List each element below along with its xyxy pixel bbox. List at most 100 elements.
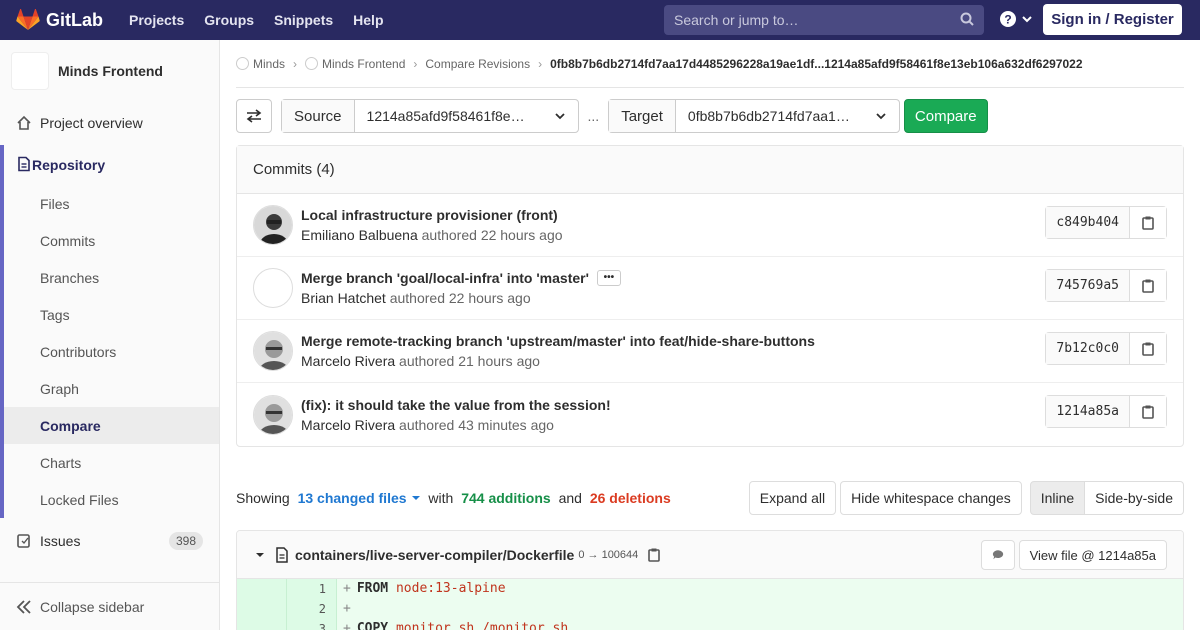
commit-author[interactable]: Marcelo Rivera (301, 353, 395, 369)
new-line-number[interactable]: 3 (287, 619, 337, 630)
chevron-down-icon (554, 113, 565, 120)
diff-line: 2 + (237, 599, 1183, 619)
new-line-number[interactable]: 1 (287, 579, 337, 599)
additions-count: 744 additions (461, 490, 551, 506)
sidebar-item-overview[interactable]: Project overview (0, 104, 219, 141)
search-input[interactable]: Search or jump to… (664, 5, 984, 35)
nav-help[interactable]: Help (353, 12, 383, 28)
line-content: + COPY monitor.sh /monitor.sh (337, 619, 568, 630)
commits-panel: Commits (4) Local infrastructure provisi… (236, 145, 1184, 447)
changed-files-label: 13 changed files (297, 490, 407, 506)
sidebar-item-repository[interactable]: Repository (4, 145, 219, 185)
source-selector: Source 1214a85afd9f58461f8e… (281, 99, 579, 133)
view-mode-toggle: Inline Side-by-side (1029, 481, 1184, 515)
breadcrumb-compare[interactable]: Compare Revisions (425, 57, 530, 71)
chevron-down-icon (1022, 16, 1032, 23)
gitlab-logo[interactable]: GitLab (16, 9, 103, 31)
line-content: + (343, 601, 351, 616)
commit-time: 22 hours ago (480, 227, 563, 243)
clipboard-icon[interactable] (648, 548, 661, 562)
sidebar-item-contributors[interactable]: Contributors (4, 333, 219, 370)
avatar[interactable] (253, 394, 293, 435)
side-by-side-view-button[interactable]: Side-by-side (1085, 481, 1184, 515)
breadcrumb-label: Minds (253, 56, 286, 71)
file-path[interactable]: containers/live-server-compiler/Dockerfi… (295, 547, 574, 563)
project-name: Minds Frontend (58, 63, 163, 79)
commit-title[interactable]: Local infrastructure provisioner (front) (301, 207, 558, 223)
sidebar-item-label: Issues (40, 532, 81, 549)
changed-files-dropdown[interactable]: 13 changed files (298, 490, 421, 506)
nav-links: Projects Groups Snippets Help (129, 12, 404, 28)
sidebar-item-graph[interactable]: Graph (4, 370, 219, 407)
sign-in-button[interactable]: Sign in / Register (1043, 4, 1182, 35)
nav-snippets[interactable]: Snippets (274, 12, 333, 28)
help-dropdown[interactable]: ? (999, 10, 1033, 28)
avatar[interactable] (253, 268, 293, 308)
commit-row: Merge branch 'goal/local-infra' into 'ma… (237, 257, 1183, 320)
breadcrumb-minds[interactable]: Minds (236, 57, 285, 71)
sidebar-item-tags[interactable]: Tags (4, 296, 219, 333)
sidebar-item-label: Project overview (40, 114, 143, 131)
inline-view-button[interactable]: Inline (1029, 481, 1086, 515)
commit-title[interactable]: Merge branch 'goal/local-infra' into 'ma… (301, 270, 589, 286)
copy-sha-button[interactable] (1130, 396, 1166, 427)
commit-sha[interactable]: c849b404 (1046, 207, 1130, 238)
avatar[interactable] (253, 205, 293, 245)
sidebar-item-compare[interactable]: Compare (4, 407, 219, 444)
target-dropdown[interactable]: 0fb8b7b6db2714fd7aa1… (676, 100, 899, 132)
nav-groups[interactable]: Groups (204, 12, 254, 28)
commit-time: 21 hours ago (458, 353, 540, 369)
question-icon: ? (1000, 11, 1016, 27)
copy-sha-button[interactable] (1130, 270, 1166, 301)
commit-author[interactable]: Brian Hatchet (301, 290, 386, 306)
sidebar-item-locked-files[interactable]: Locked Files (4, 481, 219, 518)
code-keyword: FROM (356, 581, 389, 596)
commit-row: Merge remote-tracking branch 'upstream/m… (237, 320, 1183, 383)
document-icon (16, 156, 32, 175)
nav-projects[interactable]: Projects (129, 12, 184, 28)
sidebar-item-branches[interactable]: Branches (4, 259, 219, 296)
deletions-count: 26 deletions (589, 490, 671, 506)
main-content: Minds › Minds Frontend › Compare Revisio… (236, 40, 1184, 630)
sidebar-item-issues[interactable]: Issues 398 (0, 522, 219, 559)
commit-sha[interactable]: 7b12c0c0 (1046, 333, 1130, 364)
commit-author[interactable]: Marcelo Rivera (301, 417, 395, 433)
authored-label: authored (389, 290, 445, 306)
commit-sha[interactable]: 1214a85a (1046, 396, 1130, 427)
commit-sha-group: 7b12c0c0 (1045, 332, 1167, 365)
view-file-button[interactable]: View file @ 1214a85a (1018, 540, 1167, 570)
breadcrumb-current[interactable]: 0fb8b7b6db2714fd7aa17d4485296228a19ae1df… (550, 57, 1082, 71)
target-label: Target (609, 100, 676, 132)
commit-title[interactable]: (fix): it should take the value from the… (301, 397, 611, 413)
hide-whitespace-button[interactable]: Hide whitespace changes (840, 481, 1022, 515)
avatar[interactable] (253, 331, 293, 371)
collapse-sidebar-button[interactable]: Collapse sidebar (0, 582, 219, 630)
diff-file: containers/live-server-compiler/Dockerfi… (236, 530, 1184, 630)
commit-time: 43 minutes ago (458, 416, 554, 433)
sidebar-item-files[interactable]: Files (4, 185, 219, 222)
summary-text: Showing 13 changed files with 744 additi… (236, 490, 675, 506)
sidebar-item-charts[interactable]: Charts (4, 444, 219, 481)
breadcrumb-project[interactable]: Minds Frontend (305, 57, 405, 71)
copy-sha-button[interactable] (1130, 333, 1166, 364)
source-value: 1214a85afd9f58461f8e… (366, 108, 525, 124)
commit-sha[interactable]: 745769a5 (1046, 270, 1130, 301)
expand-description-button[interactable]: ••• (596, 270, 621, 286)
source-dropdown[interactable]: 1214a85afd9f58461f8e… (355, 100, 578, 132)
issues-icon (16, 533, 34, 549)
commit-row: Local infrastructure provisioner (front)… (237, 194, 1183, 257)
collapse-caret-icon[interactable] (255, 550, 265, 560)
revision-separator: ... (587, 108, 600, 124)
commit-sha-group: 1214a85a (1045, 395, 1167, 428)
expand-all-button[interactable]: Expand all (748, 481, 837, 515)
commit-title[interactable]: Merge remote-tracking branch 'upstream/m… (301, 333, 815, 349)
sidebar-project[interactable]: Minds Frontend (0, 40, 219, 102)
toggle-comments-button[interactable] (980, 540, 1015, 570)
commit-author[interactable]: Emiliano Balbuena (301, 227, 418, 243)
copy-sha-button[interactable] (1130, 207, 1166, 238)
clipboard-icon (1142, 279, 1154, 293)
swap-revisions-button[interactable] (236, 99, 272, 133)
compare-button[interactable]: Compare (903, 99, 988, 133)
new-line-number[interactable]: 2 (287, 599, 337, 619)
sidebar-item-commits[interactable]: Commits (4, 222, 219, 259)
